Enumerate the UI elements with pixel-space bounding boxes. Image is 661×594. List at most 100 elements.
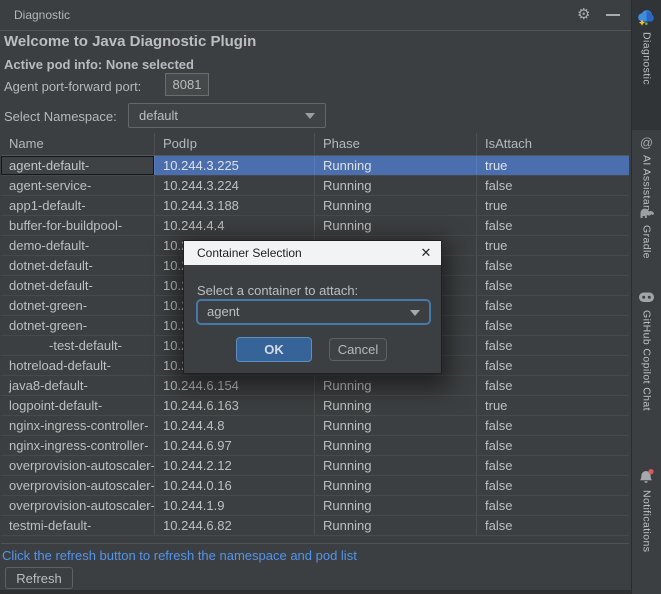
- cell-isattach: true: [477, 396, 629, 415]
- ok-button[interactable]: OK: [236, 337, 312, 362]
- cell-isattach: false: [477, 176, 629, 195]
- cell-phase: Running: [315, 456, 477, 475]
- cell-name: testmi-default-: [1, 516, 155, 535]
- cell-phase: Running: [315, 156, 477, 175]
- refresh-hint-link: Click the refresh button to refresh the …: [2, 548, 357, 563]
- cell-name: overprovision-autoscaler-...: [1, 496, 155, 515]
- table-row[interactable]: agent-default-10.244.3.225Runningtrue: [1, 156, 629, 176]
- cell-isattach: false: [477, 496, 629, 515]
- at-icon: @: [640, 136, 653, 150]
- cell-podip: 10.244.6.154: [155, 376, 315, 395]
- cell-name: dotnet-green-: [1, 316, 155, 335]
- cell-phase: Running: [315, 436, 477, 455]
- sidebar-item-label: GitHub Copilot Chat: [641, 310, 653, 411]
- dialog-titlebar: Container Selection ✕: [184, 241, 441, 265]
- cell-podip: 10.244.3.225: [155, 156, 315, 175]
- cell-name: nginx-ingress-controller-: [1, 416, 155, 435]
- cell-podip: 10.244.1.9: [155, 496, 315, 515]
- cell-isattach: false: [477, 516, 629, 535]
- cell-podip: 10.244.6.163: [155, 396, 315, 415]
- cell-name: dotnet-default-: [1, 256, 155, 275]
- cell-isattach: false: [477, 376, 629, 395]
- table-row[interactable]: nginx-ingress-controller-10.244.4.8Runni…: [1, 416, 629, 436]
- cell-podip: 10.244.6.97: [155, 436, 315, 455]
- port-input[interactable]: [165, 73, 209, 96]
- cell-name: logpoint-default-: [1, 396, 155, 415]
- port-label: Agent port-forward port:: [4, 79, 141, 94]
- cell-phase: Running: [315, 216, 477, 235]
- sidebar-item-gradle[interactable]: Gradle: [632, 206, 661, 259]
- cell-isattach: false: [477, 216, 629, 235]
- cell-name: agent-default-: [1, 156, 155, 175]
- cell-isattach: false: [477, 256, 629, 275]
- cell-podip: 10.244.3.188: [155, 196, 315, 215]
- cell-phase: Running: [315, 176, 477, 195]
- table-row[interactable]: buffer-for-buildpool-10.244.4.4Runningfa…: [1, 216, 629, 236]
- diagnostic-tool-window: Diagnostic ⚙ Welcome to Java Diagnostic …: [0, 0, 661, 594]
- cell-isattach: false: [477, 276, 629, 295]
- cell-name: dotnet-default-: [1, 276, 155, 295]
- cell-name: nginx-ingress-controller-: [1, 436, 155, 455]
- cancel-button[interactable]: Cancel: [329, 338, 387, 361]
- cell-phase: Running: [315, 396, 477, 415]
- tool-window-title: Diagnostic: [14, 0, 70, 30]
- sidebar-item-ai-assistant[interactable]: @ AI Assistant: [632, 136, 661, 215]
- column-header-phase[interactable]: Phase: [315, 133, 477, 155]
- table-row[interactable]: java8-default-10.244.6.154Runningfalse: [1, 376, 629, 396]
- copilot-icon: [638, 290, 655, 305]
- column-header-isattach[interactable]: IsAttach: [477, 133, 629, 155]
- table-row[interactable]: logpoint-default-10.244.6.163Runningtrue: [1, 396, 629, 416]
- table-row[interactable]: nginx-ingress-controller-10.244.6.97Runn…: [1, 436, 629, 456]
- table-row[interactable]: app1-default-10.244.3.188Runningtrue: [1, 196, 629, 216]
- column-header-name[interactable]: Name: [1, 133, 155, 155]
- cell-isattach: true: [477, 236, 629, 255]
- namespace-value: default: [139, 104, 178, 127]
- dialog-title: Container Selection: [197, 241, 302, 265]
- sidebar-item-github-copilot-chat[interactable]: GitHub Copilot Chat: [632, 290, 661, 411]
- gradle-elephant-icon: [638, 206, 656, 220]
- sidebar-item-label: Diagnostic: [641, 32, 653, 85]
- cell-name: agent-service-: [1, 176, 155, 195]
- cell-phase: Running: [315, 476, 477, 495]
- refresh-button[interactable]: Refresh: [5, 567, 73, 589]
- cell-podip: 10.244.4.8: [155, 416, 315, 435]
- cell-name: overprovision-autoscaler-...: [1, 456, 155, 475]
- cell-isattach: false: [477, 476, 629, 495]
- container-dropdown[interactable]: agent: [196, 299, 431, 325]
- cell-isattach: true: [477, 196, 629, 215]
- chevron-down-icon: [305, 113, 315, 119]
- column-header-podip[interactable]: PodIp: [155, 133, 315, 155]
- cell-isattach: false: [477, 336, 629, 355]
- cell-isattach: false: [477, 296, 629, 315]
- table-row[interactable]: agent-service-10.244.3.224Runningfalse: [1, 176, 629, 196]
- table-row[interactable]: overprovision-autoscaler-...10.244.2.12R…: [1, 456, 629, 476]
- namespace-dropdown[interactable]: default: [128, 103, 326, 128]
- page-title: Welcome to Java Diagnostic Plugin: [4, 33, 256, 50]
- table-row[interactable]: testmi-default-10.244.6.82Runningfalse: [1, 516, 629, 536]
- cell-isattach: true: [477, 156, 629, 175]
- gear-icon[interactable]: ⚙: [577, 5, 595, 25]
- cell-isattach: false: [477, 416, 629, 435]
- sidebar-item-diagnostic[interactable]: Diagnostic: [632, 0, 661, 130]
- namespace-label: Select Namespace:: [4, 109, 117, 124]
- cell-name: -test-default-: [1, 336, 155, 355]
- table-row[interactable]: overprovision-autoscaler-...10.244.0.16R…: [1, 476, 629, 496]
- table-row[interactable]: overprovision-autoscaler-...10.244.1.9Ru…: [1, 496, 629, 516]
- close-icon[interactable]: ✕: [416, 243, 436, 263]
- cell-phase: Running: [315, 516, 477, 535]
- cell-phase: Running: [315, 376, 477, 395]
- notification-badge: [648, 469, 653, 474]
- cell-podip: 10.244.3.224: [155, 176, 315, 195]
- cell-name: buffer-for-buildpool-: [1, 216, 155, 235]
- cell-name: overprovision-autoscaler-...: [1, 476, 155, 495]
- tool-window-titlebar: Diagnostic: [0, 0, 632, 31]
- cell-name: hotreload-default-: [1, 356, 155, 375]
- sidebar-item-label: Gradle: [641, 225, 653, 259]
- bottom-edge: [0, 590, 632, 594]
- diagnostic-plugin-icon: [636, 8, 657, 27]
- cell-phase: Running: [315, 496, 477, 515]
- cell-podip: 10.244.2.12: [155, 456, 315, 475]
- sidebar-item-notifications[interactable]: Notifications: [632, 468, 661, 552]
- cell-podip: 10.244.4.4: [155, 216, 315, 235]
- minimize-icon[interactable]: [606, 14, 620, 16]
